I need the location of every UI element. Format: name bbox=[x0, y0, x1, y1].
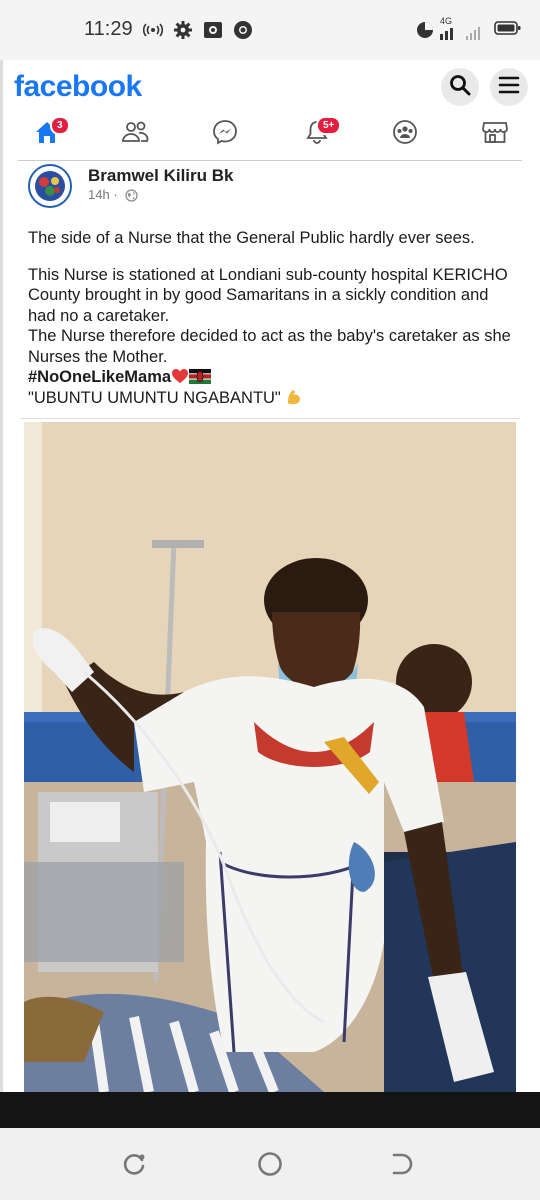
post-author-name[interactable]: Bramwel Kiliru Bk bbox=[88, 166, 234, 186]
tab-home[interactable]: 3 bbox=[22, 112, 72, 156]
tab-marketplace[interactable] bbox=[470, 112, 520, 156]
post-intro: The side of a Nurse that the General Pub… bbox=[28, 229, 475, 247]
network-type-label: 4G bbox=[440, 16, 453, 26]
post-quote-line: "UBUNTU UMUNTU NGABANTU" bbox=[28, 388, 512, 409]
tab-friends[interactable] bbox=[110, 112, 160, 156]
facebook-logo[interactable]: facebook bbox=[14, 70, 142, 104]
red-heart-icon bbox=[171, 368, 189, 386]
menu-button[interactable] bbox=[490, 68, 528, 106]
post-hashtag-line: #NoOneLikeMama bbox=[28, 367, 512, 388]
home-badge: 3 bbox=[50, 116, 70, 135]
kenya-flag-icon bbox=[189, 368, 212, 386]
nav-tabs: 3 5+ bbox=[0, 112, 540, 160]
back-icon[interactable] bbox=[388, 1150, 416, 1183]
android-nav-bar bbox=[0, 1128, 540, 1200]
signal-broadcast-icon bbox=[142, 19, 164, 41]
search-icon bbox=[449, 74, 471, 101]
chrome-app-icon bbox=[232, 19, 254, 41]
data-saver-icon bbox=[414, 19, 436, 41]
settings-gear-icon bbox=[172, 19, 194, 41]
post-hashtag[interactable]: #NoOneLikeMama bbox=[28, 368, 171, 386]
post-time-separator: · bbox=[113, 187, 118, 202]
tab-groups[interactable] bbox=[380, 112, 430, 156]
post-time-value: 14h bbox=[88, 187, 110, 202]
tab-notifications[interactable]: 5+ bbox=[292, 112, 342, 156]
home-circle-icon[interactable] bbox=[256, 1150, 284, 1183]
author-avatar[interactable] bbox=[28, 164, 72, 208]
tab-messenger[interactable] bbox=[200, 112, 250, 156]
post-photo[interactable] bbox=[24, 422, 516, 1092]
menu-icon bbox=[498, 75, 520, 100]
post-timestamp: 14h · bbox=[88, 187, 118, 202]
rotate-icon[interactable] bbox=[120, 1150, 148, 1183]
screenshot-bottom-strip bbox=[0, 1092, 540, 1128]
marketplace-icon bbox=[481, 119, 509, 150]
gallery-app-icon bbox=[202, 19, 224, 41]
search-button[interactable] bbox=[441, 68, 479, 106]
flexed-biceps-icon bbox=[285, 389, 303, 407]
post-body-1: This Nurse is stationed at Londiani sub-… bbox=[28, 265, 508, 325]
status-time: 11:29 bbox=[84, 18, 133, 40]
public-globe-icon bbox=[125, 189, 138, 207]
notifications-badge: 5+ bbox=[316, 116, 342, 135]
post-divider bbox=[20, 418, 520, 419]
battery-icon bbox=[494, 20, 522, 41]
post-body-2: The Nurse therefore decided to act as th… bbox=[28, 327, 511, 366]
nurse-with-baby-image bbox=[24, 422, 516, 1092]
groups-icon bbox=[391, 118, 419, 151]
friends-icon bbox=[121, 119, 149, 150]
tabs-divider bbox=[18, 160, 522, 161]
post-quote: "UBUNTU UMUNTU NGABANTU" bbox=[28, 388, 281, 407]
post-text: The side of a Nurse that the General Pub… bbox=[28, 228, 512, 408]
cellular-signal-icon bbox=[440, 26, 494, 45]
messenger-icon bbox=[212, 119, 238, 150]
